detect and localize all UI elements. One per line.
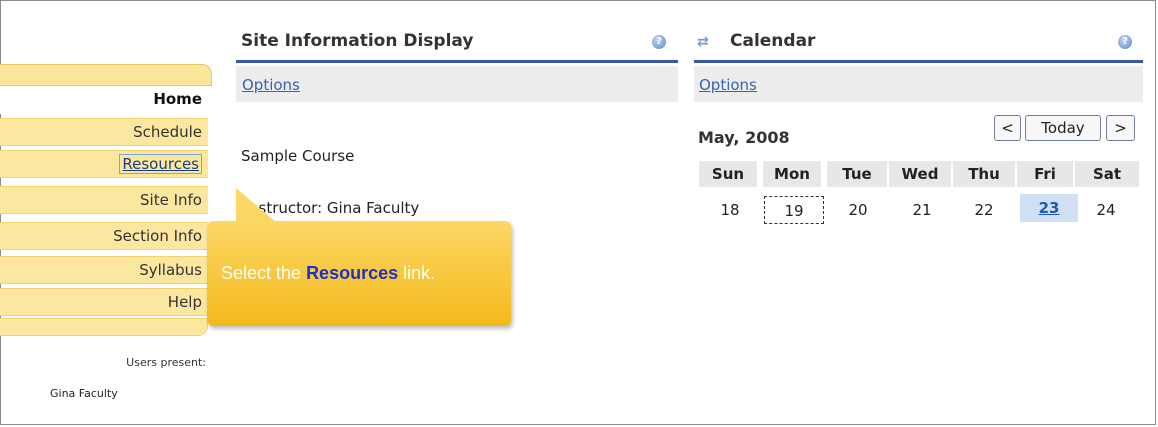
calendar-month: May, 2008: [698, 128, 790, 147]
refresh-icon[interactable]: ⇄: [697, 34, 711, 50]
day-header-fri: Fri: [1016, 160, 1074, 188]
date-20: 20: [848, 201, 868, 219]
prev-month-button[interactable]: <: [994, 115, 1021, 141]
calendar-options-bar: [694, 66, 1143, 102]
today-button[interactable]: Today: [1025, 115, 1101, 141]
callout-pointer: [236, 188, 278, 224]
callout-suffix: link.: [398, 263, 436, 283]
day-header-wed: Wed: [888, 160, 952, 188]
sidebar-item-section-info[interactable]: Section Info: [0, 222, 208, 250]
sidebar-top: [0, 64, 212, 86]
date-19-today: 19: [764, 196, 824, 224]
callout-prefix: Select the: [221, 263, 307, 283]
day-header-thu: Thu: [952, 160, 1016, 188]
site-info-title: Site Information Display: [241, 31, 474, 51]
help-icon[interactable]: ?: [1118, 35, 1132, 49]
day-header-sat: Sat: [1074, 160, 1140, 188]
instruction-callout: Select the Resources link.: [207, 221, 511, 326]
user-gina-faculty: Gina Faculty: [50, 387, 118, 400]
sidebar-bottom: [0, 318, 208, 336]
callout-link-text: Resources: [306, 263, 399, 283]
date-22: 22: [974, 201, 994, 219]
day-header-sun: Sun: [698, 160, 758, 188]
sidebar-item-site-info[interactable]: Site Info: [0, 186, 208, 214]
date-18: 18: [720, 201, 740, 219]
date-24: 24: [1096, 201, 1116, 219]
day-header-mon: Mon: [762, 160, 822, 188]
calendar-rule: [694, 60, 1143, 63]
calendar-options-link[interactable]: Options: [699, 76, 757, 94]
site-info-rule: [236, 60, 678, 63]
site-info-options-bar: [236, 66, 678, 102]
date-21: 21: [912, 201, 932, 219]
date-23-selected[interactable]: 23: [1020, 194, 1078, 222]
users-present-label: Users present:: [126, 356, 206, 369]
calendar-title: Calendar: [730, 31, 816, 51]
sidebar-item-schedule[interactable]: Schedule: [0, 118, 208, 146]
site-info-options-link[interactable]: Options: [242, 76, 300, 94]
sidebar-item-resources[interactable]: Resources: [0, 150, 208, 178]
sidebar-item-home[interactable]: Home: [0, 86, 208, 114]
course-title: Sample Course: [241, 147, 355, 165]
sidebar-item-syllabus[interactable]: Syllabus: [0, 256, 208, 284]
sidebar-item-help[interactable]: Help: [0, 288, 208, 316]
day-header-tue: Tue: [826, 160, 888, 188]
help-icon[interactable]: ?: [652, 35, 666, 49]
next-month-button[interactable]: >: [1106, 115, 1135, 141]
